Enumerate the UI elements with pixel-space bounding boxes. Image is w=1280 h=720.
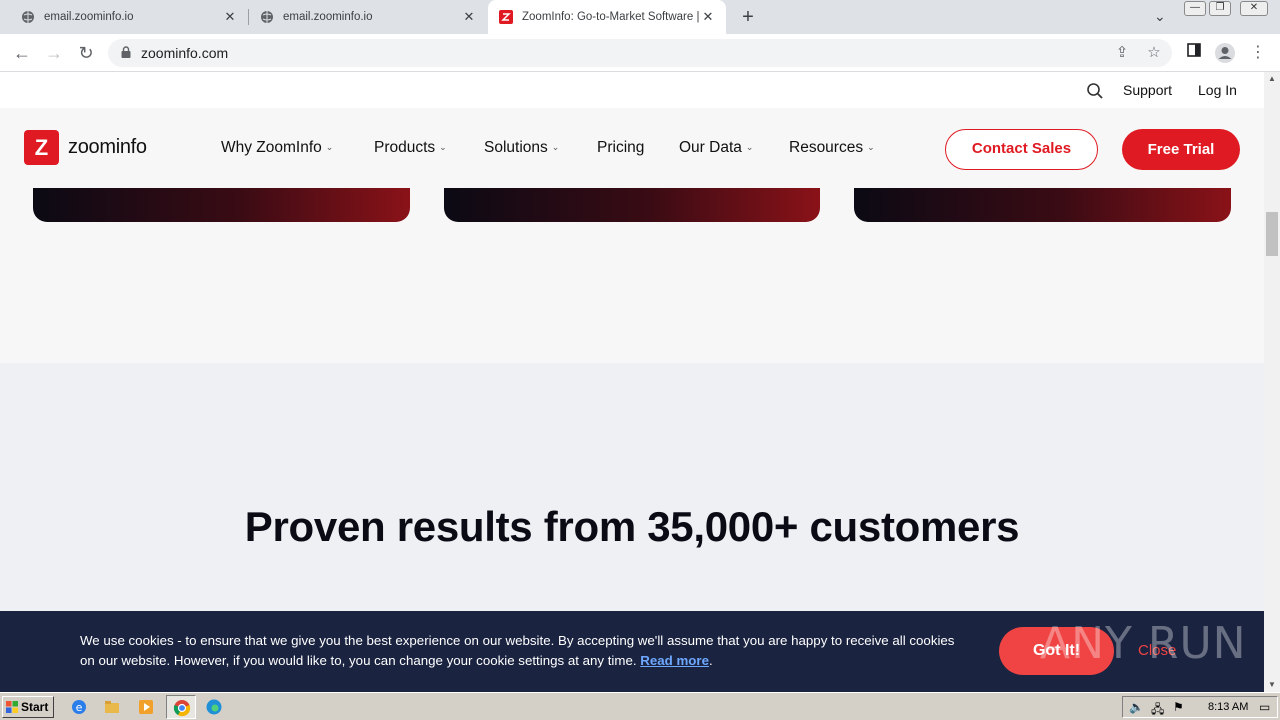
menu-kebab-icon[interactable]: ⋮: [1247, 42, 1269, 64]
start-button[interactable]: Start: [2, 696, 54, 718]
close-tab-icon[interactable]: ✕: [461, 9, 477, 25]
system-tray: 🔈 🖧 ⚑ ▭: [1122, 696, 1278, 718]
tab-search-chevron-icon[interactable]: ⌄: [1154, 8, 1166, 25]
nav-label: Our Data: [679, 139, 742, 156]
feature-card[interactable]: [444, 188, 820, 222]
forward-icon[interactable]: →: [43, 42, 65, 64]
close-tab-icon[interactable]: ✕: [700, 9, 716, 25]
nav-label: Why ZoomInfo: [221, 139, 322, 156]
login-link[interactable]: Log In: [1198, 82, 1237, 98]
minimize-icon[interactable]: —: [1184, 1, 1206, 16]
start-label: Start: [21, 700, 49, 714]
logo-text[interactable]: zoominfo: [68, 136, 147, 159]
scroll-thumb[interactable]: [1266, 212, 1278, 256]
zoominfo-favicon-icon: [498, 9, 514, 25]
nav-label: Resources: [789, 139, 864, 156]
browser-toolbar: ← → ↻ zoominfo.com ⇪ ☆ ⋮: [0, 34, 1280, 72]
tab-3-active[interactable]: ZoomInfo: Go-to-Market Software | ✕: [488, 0, 726, 34]
nav-label: Products: [374, 139, 436, 156]
globe-icon: [20, 9, 36, 25]
chevron-down-icon: ⌄: [867, 142, 875, 152]
anyrun-watermark: ANY RUN: [1040, 618, 1247, 669]
tab-2[interactable]: email.zoominfo.io ✕: [249, 0, 487, 34]
chevron-down-icon: ⌄: [551, 142, 560, 152]
cards-section: [0, 188, 1264, 363]
page-viewport: Support Log In Z zoominfo Why ZoomInfo ⌄ …: [0, 72, 1264, 692]
tab-strip: email.zoominfo.io ✕ email.zoominfo.io ✕ …: [0, 0, 1280, 34]
restore-icon[interactable]: ❐: [1209, 1, 1231, 16]
edge-icon[interactable]: [205, 698, 223, 716]
side-panel-icon[interactable]: [1183, 42, 1205, 64]
clock: 8:13 AM: [1208, 701, 1249, 713]
lock-icon: [121, 46, 131, 58]
cookie-text: We use cookies - to ensure that we give …: [80, 633, 955, 668]
media-player-icon[interactable]: [137, 698, 155, 716]
volume-icon[interactable]: 🔈: [1129, 700, 1144, 714]
svg-text:e: e: [76, 701, 83, 714]
internet-explorer-icon[interactable]: e: [70, 698, 88, 716]
nav-label: Solutions: [484, 139, 548, 156]
page-scrollbar[interactable]: ▲ ▼: [1264, 72, 1280, 692]
nav-products[interactable]: Products ⌄: [374, 139, 447, 157]
feature-card[interactable]: [854, 188, 1231, 222]
nav-solutions[interactable]: Solutions ⌄: [484, 139, 559, 157]
taskbar: Start e 🔈 🖧 ⚑ ▭ 8:13 AM: [0, 692, 1280, 720]
back-icon[interactable]: ←: [11, 42, 33, 64]
utility-bar: Support Log In: [0, 72, 1264, 108]
results-heading: Proven results from 35,000+ customers: [244, 503, 1020, 550]
url-text: zoominfo.com: [141, 45, 229, 61]
chevron-down-icon: ⌄: [745, 142, 754, 152]
contact-sales-button[interactable]: Contact Sales: [945, 129, 1098, 170]
nav-pricing[interactable]: Pricing: [597, 139, 644, 157]
flag-icon[interactable]: ⚑: [1173, 700, 1184, 714]
cookie-banner: We use cookies - to ensure that we give …: [0, 611, 1264, 692]
chevron-down-icon: ⌄: [439, 142, 447, 152]
chrome-taskbar-button[interactable]: [166, 695, 196, 719]
main-navigation: Z zoominfo Why ZoomInfo ⌄ Products ⌄ Solut…: [0, 108, 1264, 188]
read-more-link[interactable]: Read more: [640, 653, 709, 668]
reload-icon[interactable]: ↻: [75, 42, 97, 64]
tab-title: ZoomInfo: Go-to-Market Software |: [522, 11, 700, 23]
scroll-down-arrow-icon[interactable]: ▼: [1264, 678, 1280, 692]
share-icon[interactable]: ⇪: [1112, 43, 1132, 63]
nav-why-zoominfo[interactable]: Why ZoomInfo ⌄: [221, 139, 333, 157]
address-bar[interactable]: zoominfo.com ⇪ ☆: [108, 39, 1172, 67]
close-tab-icon[interactable]: ✕: [222, 9, 238, 25]
tab-title: email.zoominfo.io: [283, 11, 373, 23]
tab-title: email.zoominfo.io: [44, 11, 134, 23]
globe-icon: [259, 9, 275, 25]
tab-1[interactable]: email.zoominfo.io ✕: [0, 0, 248, 34]
cookie-message: We use cookies - to ensure that we give …: [80, 633, 955, 668]
zoominfo-logo-icon[interactable]: Z: [24, 130, 59, 165]
chrome-icon: [173, 700, 191, 717]
free-trial-button[interactable]: Free Trial: [1122, 129, 1240, 170]
chevron-down-icon: ⌄: [325, 142, 334, 152]
search-icon[interactable]: [1086, 82, 1104, 100]
window-close-icon[interactable]: ✕: [1240, 1, 1268, 16]
network-icon[interactable]: 🖧: [1151, 700, 1164, 720]
profile-avatar-icon[interactable]: [1214, 42, 1236, 64]
support-link[interactable]: Support: [1123, 82, 1172, 98]
nav-our-data[interactable]: Our Data ⌄: [679, 139, 753, 157]
nav-resources[interactable]: Resources ⌄: [789, 139, 875, 157]
windows-flag-icon: [6, 701, 18, 713]
new-tab-icon[interactable]: +: [738, 7, 758, 27]
scroll-up-arrow-icon[interactable]: ▲: [1264, 72, 1280, 86]
feature-card[interactable]: [33, 188, 410, 222]
file-explorer-icon[interactable]: [103, 698, 121, 716]
show-desktop-icon[interactable]: ▭: [1259, 700, 1270, 714]
nav-label: Pricing: [597, 139, 645, 156]
bookmark-star-icon[interactable]: ☆: [1144, 43, 1164, 63]
